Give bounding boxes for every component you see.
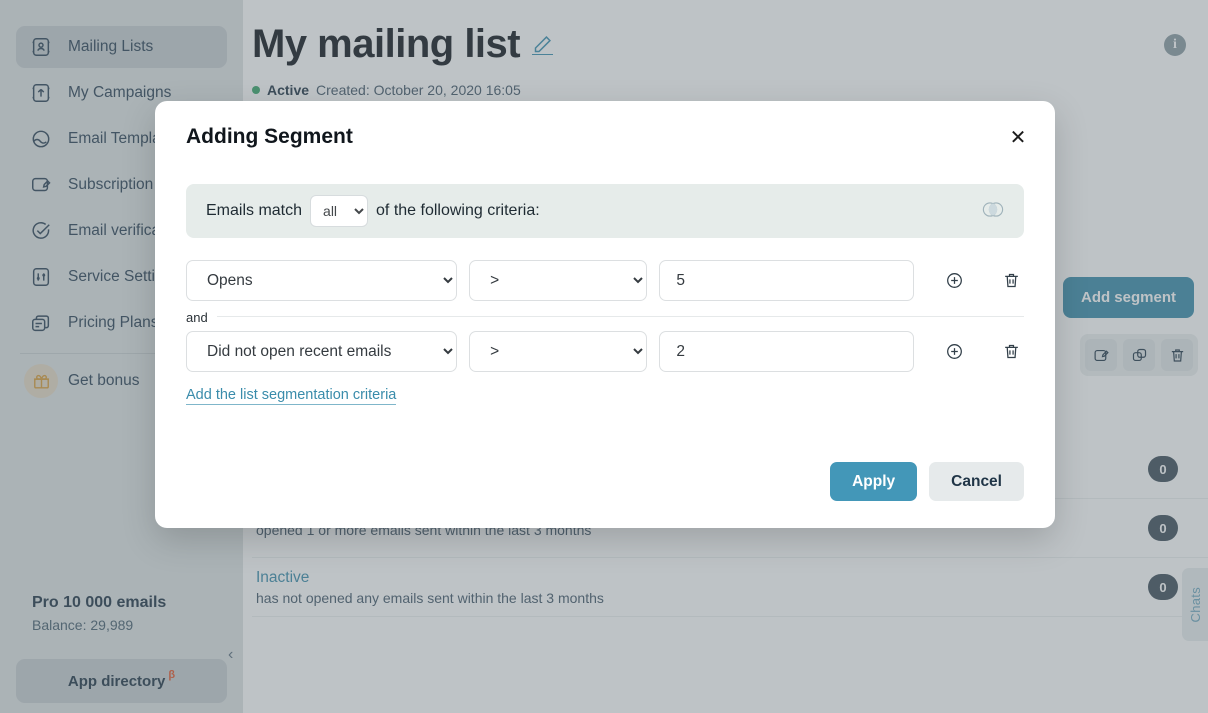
criteria-operator-select[interactable]: > xyxy=(469,331,647,372)
criteria-value-input[interactable] xyxy=(659,331,913,372)
conjunction-label: and xyxy=(186,310,217,325)
close-icon[interactable]: ✕ xyxy=(1006,126,1030,150)
match-suffix-label: of the following criteria: xyxy=(376,202,540,220)
match-mode-select[interactable]: all xyxy=(310,195,368,227)
close-glyph: ✕ xyxy=(1010,128,1027,148)
match-criteria-bar: Emails match all of the following criter… xyxy=(186,184,1024,238)
criteria-field-select[interactable]: Opens xyxy=(186,260,457,301)
app-root: Mailing Lists My Campaigns xyxy=(0,0,1208,713)
criteria-row: Opens > xyxy=(186,252,1024,309)
add-criteria-link[interactable]: Add the list segmentation criteria xyxy=(186,387,396,405)
adding-segment-modal: Adding Segment ✕ Emails match all of the… xyxy=(155,101,1055,528)
modal-title: Adding Segment xyxy=(186,125,353,149)
divider xyxy=(186,316,1024,317)
criteria-rows: Opens > xyxy=(186,252,1024,380)
plus-circle-icon[interactable] xyxy=(942,268,968,294)
trash-icon[interactable] xyxy=(998,339,1024,365)
criteria-value-input[interactable] xyxy=(659,260,913,301)
trash-icon[interactable] xyxy=(998,268,1024,294)
criteria-row: Did not open recent emails > xyxy=(186,323,1024,380)
venn-diagram-icon[interactable] xyxy=(980,200,1006,222)
criteria-field-select[interactable]: Did not open recent emails xyxy=(186,331,457,372)
modal-footer: Apply Cancel xyxy=(830,462,1024,501)
match-prefix-label: Emails match xyxy=(206,202,302,220)
cancel-button[interactable]: Cancel xyxy=(929,462,1024,501)
apply-button[interactable]: Apply xyxy=(830,462,917,501)
criteria-operator-select[interactable]: > xyxy=(469,260,647,301)
criteria-conjunction: and xyxy=(186,309,1024,323)
plus-circle-icon[interactable] xyxy=(942,339,968,365)
